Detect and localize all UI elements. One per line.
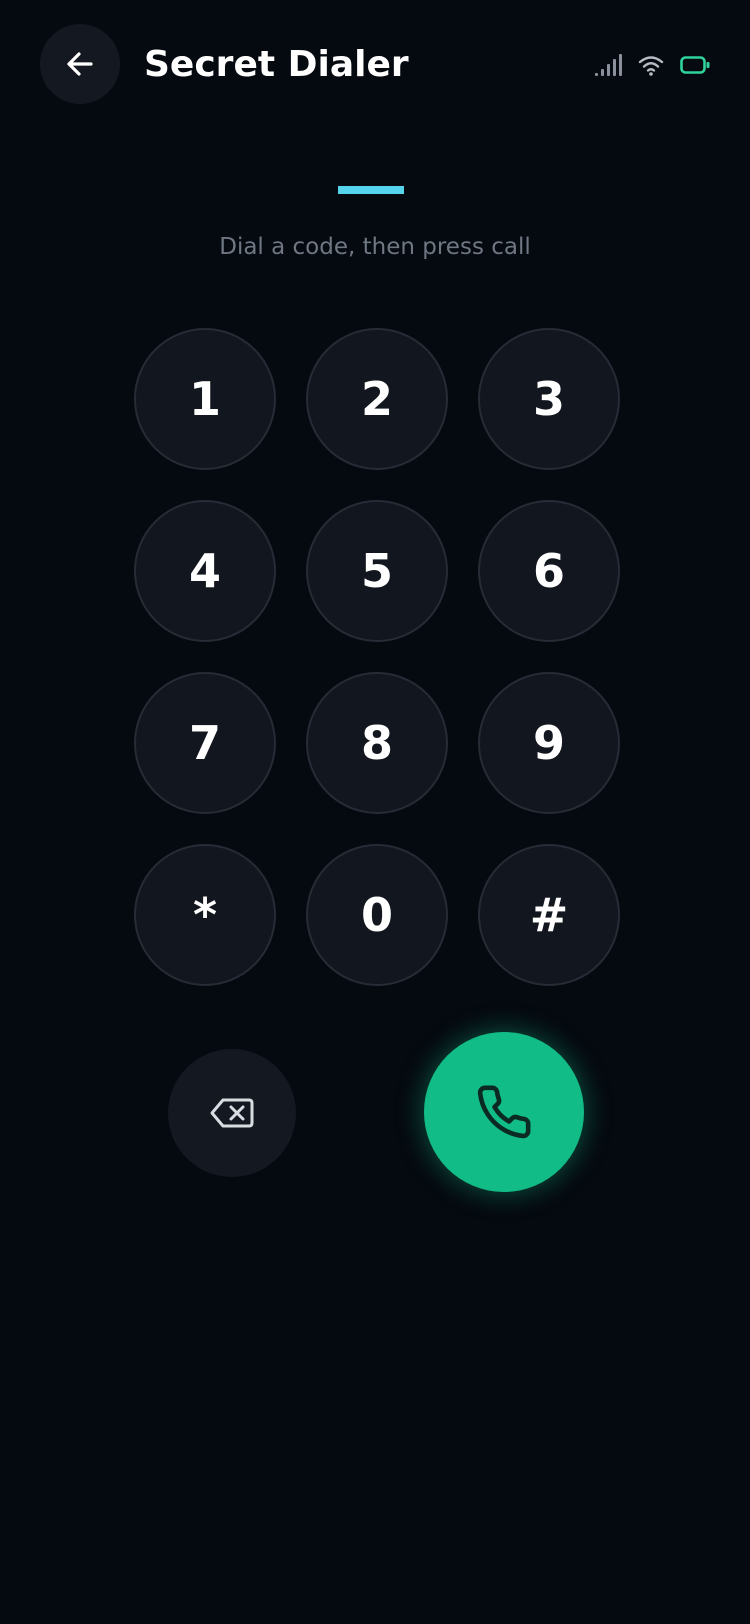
- battery-icon: [680, 56, 710, 74]
- key-5[interactable]: 5: [306, 500, 448, 642]
- key-8[interactable]: 8: [306, 672, 448, 814]
- backspace-button[interactable]: [168, 1049, 296, 1177]
- key-1[interactable]: 1: [134, 328, 276, 470]
- key-2[interactable]: 2: [306, 328, 448, 470]
- page-title: Secret Dialer: [144, 44, 409, 85]
- key-7[interactable]: 7: [134, 672, 276, 814]
- key-0[interactable]: 0: [306, 844, 448, 986]
- hint-text: Dial a code, then press call: [219, 234, 531, 260]
- arrow-left-icon: [63, 47, 97, 81]
- call-button[interactable]: [424, 1032, 584, 1192]
- header: Secret Dialer: [0, 0, 750, 130]
- key-4[interactable]: 4: [134, 500, 276, 642]
- key-hash[interactable]: #: [478, 844, 620, 986]
- backspace-icon: [209, 1097, 255, 1129]
- phone-icon: [475, 1083, 533, 1141]
- input-cursor: [338, 186, 404, 194]
- signal-icon: [594, 54, 622, 76]
- status-icons: [594, 52, 710, 78]
- back-button[interactable]: [40, 24, 120, 104]
- key-9[interactable]: 9: [478, 672, 620, 814]
- wifi-icon: [638, 54, 664, 76]
- key-6[interactable]: 6: [478, 500, 620, 642]
- keypad: 1 2 3 4 5 6 7 8 9 * 0 #: [134, 328, 620, 986]
- key-star[interactable]: *: [134, 844, 276, 986]
- key-3[interactable]: 3: [478, 328, 620, 470]
